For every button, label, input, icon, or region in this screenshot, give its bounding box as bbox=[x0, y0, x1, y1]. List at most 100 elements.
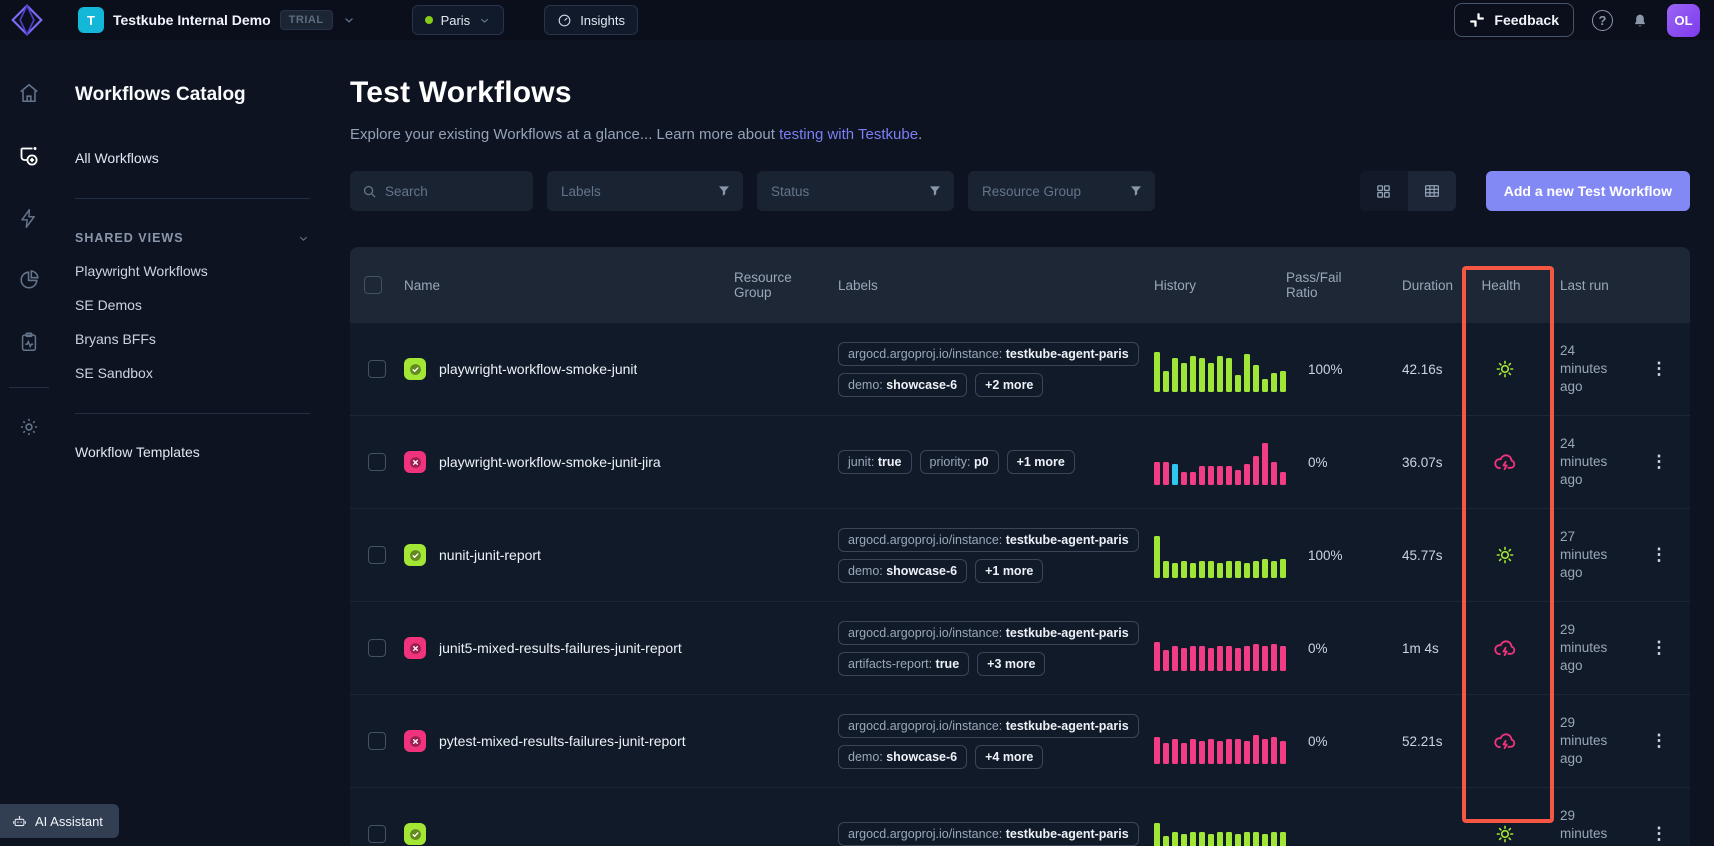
execution-bar[interactable] bbox=[1199, 741, 1205, 764]
table-row[interactable]: playwright-workflow-smoke-junit-jira jun… bbox=[350, 416, 1690, 509]
execution-bar[interactable] bbox=[1208, 466, 1214, 485]
sidebar-item-workflow-templates[interactable]: Workflow Templates bbox=[75, 444, 328, 460]
execution-bar[interactable] bbox=[1199, 561, 1205, 578]
execution-bar[interactable] bbox=[1226, 739, 1232, 764]
execution-bar[interactable] bbox=[1199, 832, 1205, 846]
execution-bar[interactable] bbox=[1253, 735, 1259, 764]
home-icon[interactable] bbox=[18, 82, 40, 104]
notifications-button[interactable] bbox=[1631, 11, 1649, 29]
execution-bar[interactable] bbox=[1208, 648, 1214, 671]
select-all-checkbox[interactable] bbox=[364, 276, 382, 294]
execution-bar[interactable] bbox=[1235, 648, 1241, 671]
shared-views-toggle[interactable]: SHARED VIEWS bbox=[75, 231, 310, 245]
execution-bar[interactable] bbox=[1253, 456, 1259, 485]
execution-bar[interactable] bbox=[1199, 466, 1205, 485]
label-chip[interactable]: argocd.argoproj.io/instance: testkube-ag… bbox=[838, 621, 1139, 645]
status-pie-icon[interactable] bbox=[18, 269, 40, 291]
more-labels-chip[interactable]: +4 more bbox=[975, 745, 1043, 769]
execution-bar[interactable] bbox=[1172, 563, 1178, 578]
execution-bar[interactable] bbox=[1163, 650, 1169, 671]
execution-bar[interactable] bbox=[1217, 356, 1223, 392]
workflow-name[interactable]: junit5-mixed-results-failures-junit-repo… bbox=[439, 640, 682, 656]
execution-bar[interactable] bbox=[1262, 443, 1268, 485]
execution-bar[interactable] bbox=[1253, 561, 1259, 578]
execution-bar[interactable] bbox=[1235, 470, 1241, 485]
history-sparkline[interactable] bbox=[1138, 346, 1286, 392]
history-sparkline[interactable] bbox=[1138, 532, 1286, 578]
label-chip[interactable]: priority: p0 bbox=[920, 450, 999, 474]
execution-bar[interactable] bbox=[1199, 358, 1205, 392]
add-test-workflow-button[interactable]: Add a new Test Workflow bbox=[1486, 171, 1690, 211]
execution-bar[interactable] bbox=[1181, 834, 1187, 846]
row-checkbox[interactable] bbox=[368, 639, 386, 657]
more-labels-chip[interactable]: +1 more bbox=[975, 559, 1043, 583]
execution-bar[interactable] bbox=[1271, 462, 1277, 485]
table-row[interactable]: junit5-mixed-results-failures-junit-repo… bbox=[350, 602, 1690, 695]
sidebar-item-playwright-workflows[interactable]: Playwright Workflows bbox=[75, 263, 328, 279]
testing-with-testkube-link[interactable]: testing with Testkube bbox=[779, 126, 918, 143]
feedback-button[interactable]: Feedback bbox=[1454, 3, 1574, 37]
execution-bar[interactable] bbox=[1280, 472, 1286, 485]
execution-bar[interactable] bbox=[1181, 363, 1187, 392]
execution-bar[interactable] bbox=[1235, 561, 1241, 578]
label-chip[interactable]: junit: true bbox=[838, 450, 912, 474]
execution-bar[interactable] bbox=[1253, 644, 1259, 671]
execution-bar[interactable] bbox=[1154, 352, 1160, 392]
user-avatar[interactable]: OL bbox=[1667, 4, 1700, 37]
ai-assistant-button[interactable]: AI Assistant bbox=[0, 804, 119, 838]
org-switcher[interactable]: T Testkube Internal Demo TRIAL bbox=[78, 7, 356, 33]
table-row[interactable]: playwright-workflow-smoke-junit argocd.a… bbox=[350, 323, 1690, 416]
workflow-name[interactable]: nunit-junit-report bbox=[439, 547, 541, 563]
execution-bar[interactable] bbox=[1172, 646, 1178, 671]
row-checkbox[interactable] bbox=[368, 546, 386, 564]
execution-bar[interactable] bbox=[1262, 559, 1268, 578]
execution-bar[interactable] bbox=[1190, 832, 1196, 846]
grid-view-button[interactable] bbox=[1360, 171, 1408, 211]
execution-bar[interactable] bbox=[1154, 737, 1160, 764]
execution-bar[interactable] bbox=[1190, 739, 1196, 764]
environment-selector[interactable]: Paris bbox=[412, 5, 505, 35]
status-filter[interactable]: Status bbox=[757, 171, 954, 211]
workflows-icon[interactable] bbox=[17, 144, 41, 168]
execution-bar[interactable] bbox=[1163, 462, 1169, 485]
execution-bar[interactable] bbox=[1217, 466, 1223, 485]
table-row[interactable]: argocd.argoproj.io/instance: testkube-ag… bbox=[350, 788, 1690, 846]
execution-bar[interactable] bbox=[1154, 642, 1160, 671]
execution-bar[interactable] bbox=[1217, 741, 1223, 764]
execution-bar[interactable] bbox=[1172, 739, 1178, 764]
row-menu-button[interactable]: ⋮ bbox=[1638, 359, 1680, 379]
execution-bar[interactable] bbox=[1199, 646, 1205, 671]
table-view-button[interactable] bbox=[1408, 171, 1456, 211]
execution-bar[interactable] bbox=[1244, 354, 1250, 392]
execution-bar[interactable] bbox=[1244, 464, 1250, 485]
label-chip[interactable]: demo: showcase-6 bbox=[838, 373, 967, 397]
row-menu-button[interactable]: ⋮ bbox=[1638, 638, 1680, 658]
execution-bar[interactable] bbox=[1244, 646, 1250, 671]
execution-bar[interactable] bbox=[1226, 358, 1232, 392]
execution-bar[interactable] bbox=[1235, 739, 1241, 764]
execution-bar[interactable] bbox=[1262, 646, 1268, 671]
execution-bar[interactable] bbox=[1217, 832, 1223, 846]
row-checkbox[interactable] bbox=[368, 732, 386, 750]
history-sparkline[interactable] bbox=[1138, 439, 1286, 485]
execution-bar[interactable] bbox=[1163, 836, 1169, 846]
row-checkbox[interactable] bbox=[368, 360, 386, 378]
execution-bar[interactable] bbox=[1163, 561, 1169, 578]
sidebar-item-bryans-bffs[interactable]: Bryans BFFs bbox=[75, 331, 328, 347]
workflow-name[interactable]: pytest-mixed-results-failures-junit-repo… bbox=[439, 733, 686, 749]
execution-bar[interactable] bbox=[1253, 832, 1259, 846]
execution-bar[interactable] bbox=[1181, 648, 1187, 671]
row-menu-button[interactable]: ⋮ bbox=[1638, 824, 1680, 844]
execution-bar[interactable] bbox=[1244, 563, 1250, 578]
execution-bar[interactable] bbox=[1271, 561, 1277, 578]
workflow-name[interactable]: playwright-workflow-smoke-junit bbox=[439, 361, 637, 377]
table-row[interactable]: pytest-mixed-results-failures-junit-repo… bbox=[350, 695, 1690, 788]
execution-bar[interactable] bbox=[1154, 462, 1160, 485]
triggers-lightning-icon[interactable] bbox=[18, 208, 39, 229]
execution-bar[interactable] bbox=[1262, 379, 1268, 392]
execution-bar[interactable] bbox=[1271, 832, 1277, 846]
execution-bar[interactable] bbox=[1172, 464, 1178, 485]
label-chip[interactable]: demo: showcase-6 bbox=[838, 745, 967, 769]
execution-bar[interactable] bbox=[1244, 832, 1250, 846]
history-sparkline[interactable] bbox=[1138, 811, 1286, 846]
